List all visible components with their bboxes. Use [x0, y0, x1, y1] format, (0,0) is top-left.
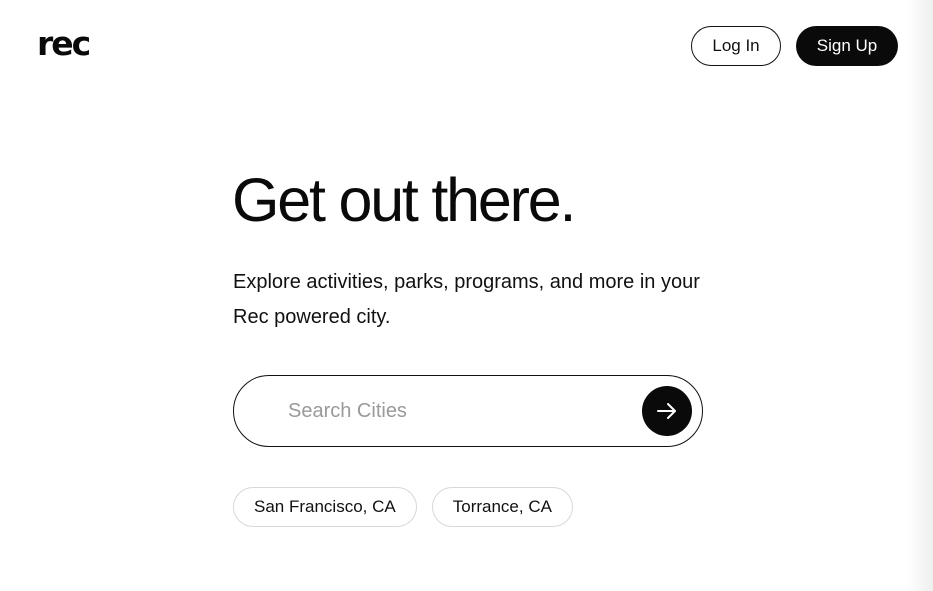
hero-headline: Get out there.: [232, 166, 576, 234]
login-button[interactable]: Log In: [691, 26, 781, 66]
city-chip-torrance[interactable]: Torrance, CA: [431, 487, 573, 527]
rec-logo[interactable]: rec: [37, 27, 91, 60]
signup-button[interactable]: Sign Up: [796, 26, 898, 66]
city-search-bar: [233, 375, 703, 447]
search-submit-button[interactable]: [642, 386, 692, 436]
scroll-edge-shadow: [907, 0, 933, 591]
arrow-right-icon: [657, 403, 676, 419]
hero-subtext: Explore activities, parks, programs, and…: [233, 271, 700, 328]
search-cities-input[interactable]: [288, 394, 628, 428]
city-chip-san-francisco[interactable]: San Francisco, CA: [233, 487, 417, 527]
city-suggestions: San Francisco, CA Torrance, CA: [233, 487, 573, 527]
page: rec Log In Sign Up Get out there. Explor…: [0, 0, 933, 591]
